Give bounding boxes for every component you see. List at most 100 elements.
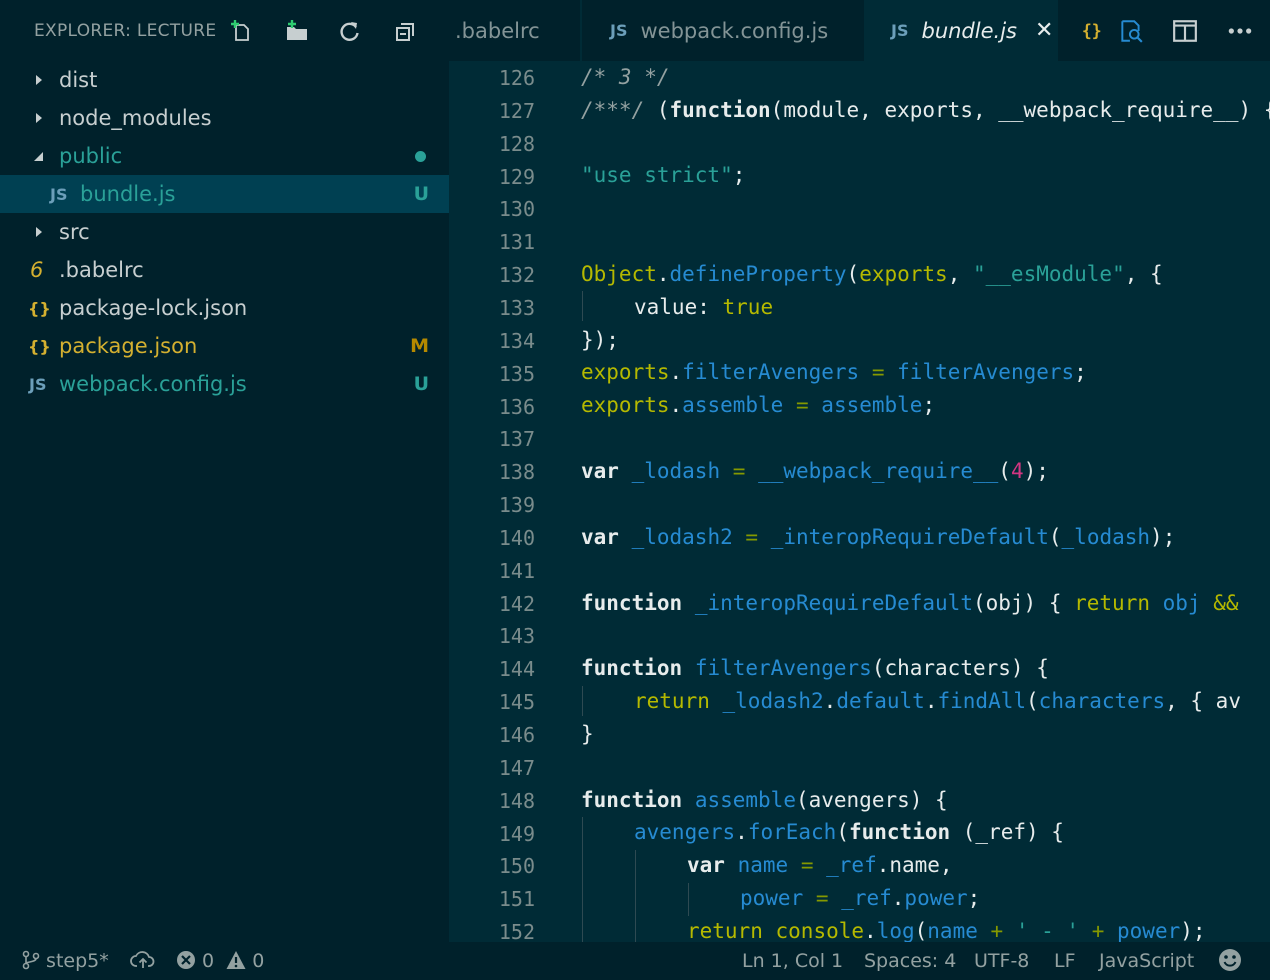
line-number: 140 bbox=[498, 525, 535, 550]
line-number: 128 bbox=[498, 131, 535, 156]
indent-guide bbox=[582, 686, 583, 716]
tree-folder-src[interactable]: src bbox=[0, 213, 449, 251]
line-number: 151 bbox=[498, 887, 535, 912]
new-file-icon[interactable] bbox=[229, 18, 255, 44]
json-file-icon: {} bbox=[28, 298, 51, 318]
svg-text:{}: {} bbox=[1082, 22, 1102, 41]
js-file-icon: JS bbox=[610, 21, 628, 40]
code-line: "use strict"; bbox=[581, 163, 746, 187]
code-line: avengers.forEach(function (_ref) { bbox=[634, 820, 1064, 844]
error-count: 0 bbox=[202, 950, 215, 972]
sync-button[interactable] bbox=[130, 950, 156, 972]
json-braces-icon[interactable]: {} bbox=[1076, 16, 1106, 46]
problems-indicator[interactable]: 0 0 bbox=[176, 950, 264, 972]
error-icon bbox=[177, 951, 195, 969]
tree-file-bundle-js[interactable]: JS bundle.js U bbox=[0, 175, 449, 213]
indent-guide bbox=[635, 850, 636, 942]
close-icon[interactable]: ✕ bbox=[1035, 18, 1053, 43]
explorer-title: EXPLORER: LECTURE bbox=[34, 21, 217, 41]
tab-babelrc[interactable]: .babelrc bbox=[449, 0, 580, 61]
tree-folder-node-modules[interactable]: node_modules bbox=[0, 99, 449, 137]
git-status-badge: M bbox=[410, 335, 429, 357]
code-line: function filterAvengers(characters) { bbox=[581, 656, 1049, 680]
chevron-right-icon bbox=[36, 227, 42, 237]
code-line: return console.log(name + ' - ' + power)… bbox=[687, 919, 1206, 942]
line-number: 143 bbox=[498, 624, 535, 649]
more-actions-icon[interactable] bbox=[1225, 16, 1255, 46]
tree-file-webpack-config-js[interactable]: JS webpack.config.js U bbox=[0, 365, 449, 403]
chevron-down-icon bbox=[34, 152, 43, 161]
code-line: var _lodash2 = _interopRequireDefault(_l… bbox=[581, 525, 1176, 549]
tab-label: bundle.js bbox=[921, 18, 1017, 43]
tree-label: webpack.config.js bbox=[59, 372, 247, 396]
tree-file-package-json[interactable]: {} package.json M bbox=[0, 327, 449, 365]
open-preview-icon[interactable] bbox=[1116, 16, 1146, 46]
tree-file-babelrc[interactable]: 6 .babelrc bbox=[0, 251, 449, 289]
collapse-all-icon[interactable] bbox=[393, 18, 419, 44]
indent-guide bbox=[582, 291, 583, 321]
line-number: 147 bbox=[498, 755, 535, 780]
explorer-header: EXPLORER: LECTURE bbox=[0, 0, 449, 62]
tree-folder-public[interactable]: public bbox=[0, 137, 449, 175]
split-editor-icon[interactable] bbox=[1170, 16, 1200, 46]
git-branch-icon bbox=[22, 950, 40, 970]
js-file-icon: JS bbox=[891, 21, 909, 40]
line-number: 145 bbox=[498, 690, 535, 715]
warning-icon bbox=[226, 951, 246, 969]
line-number: 135 bbox=[498, 361, 535, 386]
line-number: 149 bbox=[498, 821, 535, 846]
line-number: 148 bbox=[498, 788, 535, 813]
feedback-smiley-icon[interactable] bbox=[1218, 948, 1242, 977]
line-number: 146 bbox=[498, 723, 535, 747]
code-line: value: true bbox=[634, 295, 774, 319]
tab-label: webpack.config.js bbox=[640, 18, 829, 43]
json-file-icon: {} bbox=[28, 336, 51, 356]
file-tree: dist node_modules public JS bundle.js U … bbox=[0, 61, 449, 403]
js-file-icon: JS bbox=[50, 184, 68, 204]
new-folder-icon[interactable] bbox=[284, 18, 310, 44]
tab-webpack-config[interactable]: JS webpack.config.js bbox=[582, 0, 864, 61]
chevron-right-icon bbox=[36, 75, 42, 85]
line-number: 126 bbox=[498, 66, 535, 90]
editor-tab-bar: .babelrc JS webpack.config.js JS bundle.… bbox=[449, 0, 1270, 61]
tree-label: package.json bbox=[59, 334, 198, 358]
tree-label: node_modules bbox=[59, 106, 212, 130]
chevron-right-icon bbox=[36, 113, 42, 123]
line-number: 131 bbox=[498, 230, 535, 255]
line-number: 152 bbox=[498, 920, 535, 942]
code-line: function _interopRequireDefault(obj) { r… bbox=[581, 591, 1239, 615]
branch-indicator[interactable]: step5* bbox=[22, 950, 109, 972]
line-number: 137 bbox=[498, 427, 535, 452]
babel-file-icon: 6 bbox=[30, 258, 44, 282]
tree-file-package-lock-json[interactable]: {} package-lock.json bbox=[0, 289, 449, 327]
code-line: Object.defineProperty(exports, "__esModu… bbox=[581, 262, 1163, 286]
modified-dot-icon bbox=[415, 151, 426, 162]
code-line: power = _ref.power; bbox=[740, 886, 981, 910]
warning-count: 0 bbox=[252, 950, 265, 972]
line-number: 138 bbox=[498, 460, 535, 485]
encoding[interactable]: UTF-8 bbox=[974, 950, 1029, 972]
line-number: 127 bbox=[498, 98, 535, 123]
line-ending[interactable]: LF bbox=[1054, 950, 1076, 972]
line-number: 133 bbox=[498, 295, 535, 320]
code-editor[interactable]: 126 127 128 129 130 131 132 133 134 135 136 137 138 1… bbox=[449, 61, 1270, 942]
cursor-position[interactable]: Ln 1, Col 1 bbox=[742, 950, 843, 972]
code-line: var name = _ref.name, bbox=[687, 853, 953, 877]
code-line: exports.filterAvengers = filterAvengers; bbox=[581, 360, 1087, 384]
tab-bundle-js[interactable]: JS bundle.js ✕ bbox=[866, 0, 1056, 61]
tab-label: .babelrc bbox=[455, 18, 540, 43]
explorer-sidebar: EXPLORER: LECTURE dist node_modules publ… bbox=[0, 0, 449, 942]
tree-folder-dist[interactable]: dist bbox=[0, 61, 449, 99]
language-mode[interactable]: JavaScript bbox=[1099, 950, 1194, 972]
git-status-badge: U bbox=[413, 373, 429, 395]
indent-guide bbox=[582, 817, 583, 942]
tree-label: src bbox=[59, 220, 90, 244]
indentation[interactable]: Spaces: 4 bbox=[864, 950, 956, 972]
code-line: var _lodash = __webpack_require__(4); bbox=[581, 459, 1049, 483]
tree-label: .babelrc bbox=[59, 258, 144, 282]
tree-label: package-lock.json bbox=[59, 296, 248, 320]
line-number: 144 bbox=[498, 657, 535, 682]
refresh-icon[interactable] bbox=[337, 18, 363, 44]
js-file-icon: JS bbox=[29, 374, 47, 394]
code-line: /* 3 */ bbox=[581, 65, 670, 89]
